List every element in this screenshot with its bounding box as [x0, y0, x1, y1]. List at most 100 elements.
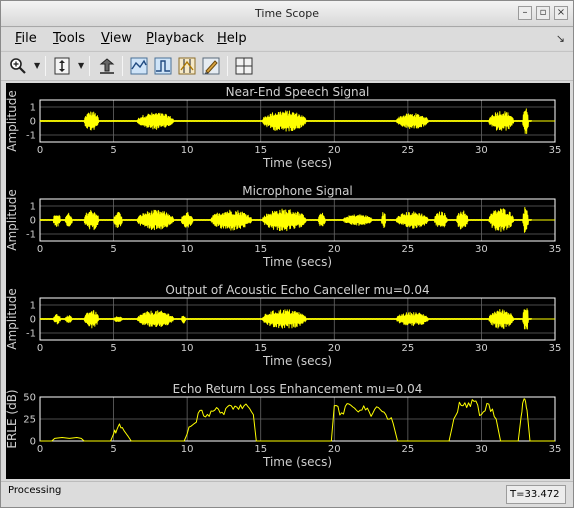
x-tick-label: 30	[475, 444, 488, 455]
menu-file-label: ile	[21, 31, 37, 46]
menu-playback[interactable]: Playback	[146, 31, 204, 46]
maximize-button[interactable]: ▫	[536, 6, 550, 20]
x-tick-label: 15	[254, 145, 267, 156]
x-tick-label: 20	[328, 145, 341, 156]
status-bar: Processing T=33.472	[1, 481, 573, 507]
scope-display: Near-End Speech Signal0 5 10 15 20 25 30 3510-1…	[6, 85, 562, 469]
y-tick-label: 0	[30, 315, 36, 326]
x-axis-label: Time (secs)	[262, 455, 332, 469]
menu-bar: File Tools View Playback Help ↘	[1, 28, 573, 50]
chart-title: Echo Return Loss Enhancement mu=0.04	[173, 382, 423, 396]
x-tick-label: 0	[37, 444, 43, 455]
signal-pan-icon[interactable]	[128, 55, 150, 77]
scale-axes-icon[interactable]	[51, 55, 73, 77]
x-tick-label: 5	[110, 145, 116, 156]
y-axis-label: Amplitude	[6, 90, 19, 152]
menu-playback-label: layback	[153, 31, 205, 46]
scale-dropdown-arrow-icon[interactable]: ▼	[78, 61, 84, 70]
status-text: Processing	[8, 485, 62, 496]
close-button[interactable]: ×	[554, 6, 568, 20]
window-title: Time Scope	[255, 7, 319, 20]
x-tick-label: 15	[254, 444, 267, 455]
x-tick-label: 5	[110, 444, 116, 455]
y-tick-label: 50	[23, 393, 36, 404]
plot-area[interactable]: Near-End Speech Signal 0 5 10 15 20 25 30 35 1 0 -1…	[6, 83, 570, 479]
triggers-icon[interactable]	[152, 55, 174, 77]
y-tick-label: 0	[30, 117, 36, 128]
zoom-dropdown-arrow-icon[interactable]: ▼	[34, 61, 40, 70]
toolbar-separator	[227, 56, 228, 76]
y-axis-label: ERLE (dB)	[6, 389, 19, 448]
x-tick-label: 10	[181, 145, 194, 156]
x-tick-label: 35	[549, 343, 562, 354]
peak-finder-icon[interactable]	[200, 55, 222, 77]
y-tick-label: 1	[30, 202, 36, 213]
simulation-time: T=33.472	[506, 485, 566, 504]
toolbar-separator	[122, 56, 123, 76]
menu-help-label: elp	[226, 31, 247, 46]
signal-trace-2	[39, 207, 556, 233]
x-tick-label: 20	[328, 343, 341, 354]
x-tick-label: 15	[254, 244, 267, 255]
y-tick-label: -1	[26, 329, 36, 340]
chart-title: Output of Acoustic Echo Canceller mu=0.0…	[165, 283, 429, 297]
y-tick-label: 1	[30, 103, 36, 114]
menu-view-label: iew	[109, 31, 132, 46]
x-tick-label: 0	[37, 244, 43, 255]
y-tick-label: 0	[30, 437, 36, 448]
zoom-icon[interactable]	[7, 55, 29, 77]
x-tick-label: 5	[110, 343, 116, 354]
x-tick-label: 30	[475, 343, 488, 354]
menu-view[interactable]: View	[101, 31, 132, 46]
x-tick-label: 20	[328, 444, 341, 455]
y-tick-label: 0	[30, 216, 36, 227]
layout-icon[interactable]	[233, 55, 255, 77]
x-tick-label: 35	[549, 444, 562, 455]
x-tick-label: 10	[181, 244, 194, 255]
toolbar: ▼ ▼	[1, 51, 573, 81]
y-tick-label: 25	[23, 415, 36, 426]
x-tick-label: 35	[549, 244, 562, 255]
menu-file[interactable]: File	[15, 31, 37, 46]
y-axis-label: Amplitude	[6, 189, 19, 251]
signal-trace-1	[39, 108, 556, 135]
restore-view-icon[interactable]	[96, 55, 118, 77]
x-tick-label: 30	[475, 244, 488, 255]
signal-trace-3	[39, 308, 556, 330]
chart-title: Microphone Signal	[242, 184, 353, 198]
time-scope-window: Time Scope – ▫ × File Tools View Playbac…	[0, 0, 574, 508]
title-bar: Time Scope – ▫ ×	[1, 1, 573, 27]
x-tick-label: 20	[328, 244, 341, 255]
x-tick-label: 10	[181, 444, 194, 455]
x-tick-label: 30	[475, 145, 488, 156]
y-axis-label: Amplitude	[6, 288, 19, 350]
x-axis-label: Time (secs)	[262, 255, 332, 269]
x-axis-label: Time (secs)	[262, 354, 332, 368]
toolbar-separator	[45, 56, 46, 76]
y-tick-label: 1	[30, 301, 36, 312]
cursor-measurements-icon[interactable]	[176, 55, 198, 77]
menu-tools[interactable]: Tools	[53, 31, 85, 46]
x-tick-label: 10	[181, 343, 194, 354]
chart-title: Near-End Speech Signal	[226, 85, 370, 99]
x-axis-label: Time (secs)	[262, 156, 332, 170]
x-tick-label: 25	[401, 343, 414, 354]
minimize-button[interactable]: –	[518, 6, 532, 20]
x-tick-label: 0	[37, 145, 43, 156]
signal-trace-4	[40, 398, 555, 442]
y-tick-label: -1	[26, 230, 36, 241]
x-tick-label: 35	[549, 145, 562, 156]
menu-view-mnemonic: V	[101, 31, 110, 46]
menu-playback-mnemonic: P	[146, 31, 154, 46]
menu-tools-label: ools	[58, 31, 86, 46]
dock-arrow-icon[interactable]: ↘	[556, 32, 565, 45]
x-tick-label: 0	[37, 343, 43, 354]
x-tick-label: 5	[110, 244, 116, 255]
x-tick-label: 25	[401, 244, 414, 255]
y-tick-label: -1	[26, 131, 36, 142]
x-tick-label: 25	[401, 444, 414, 455]
menu-help[interactable]: Help	[217, 31, 247, 46]
menu-help-mnemonic: H	[217, 31, 227, 46]
x-tick-label: 15	[254, 343, 267, 354]
x-tick-label: 25	[401, 145, 414, 156]
